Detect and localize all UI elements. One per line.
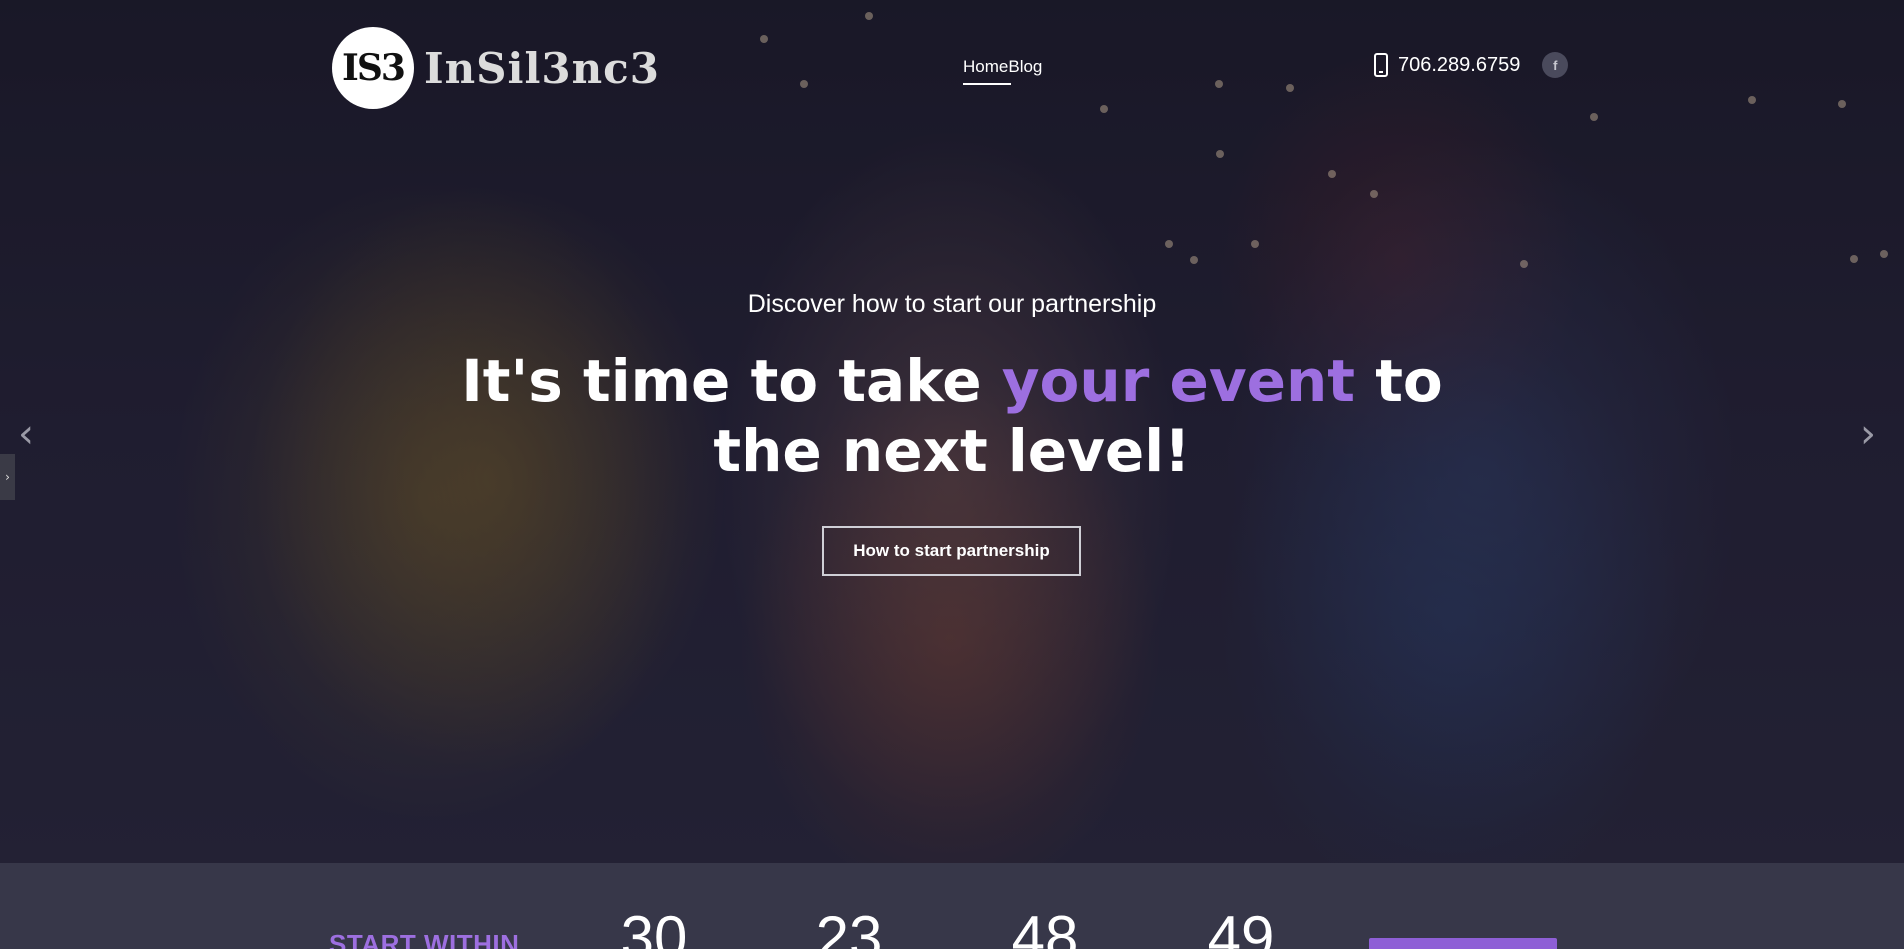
countdown-label: START WITHIN [329, 929, 520, 949]
phone-icon [1374, 53, 1388, 77]
nav-item-home[interactable]: Home [963, 57, 1012, 85]
chevron-right-icon[interactable]: › [1860, 414, 1876, 454]
countdown-hours: 23 [815, 904, 883, 949]
header-contact: 706.289.6759 f [1374, 52, 1569, 78]
countdown-action-button[interactable] [1369, 938, 1557, 949]
phone-number[interactable]: 706.289.6759 [1398, 54, 1520, 77]
logo-text: InSil3nc3 [424, 43, 660, 93]
main-nav: Home Blog [963, 57, 1042, 85]
hero-subtitle: Discover how to start our partnership [747, 290, 1157, 318]
facebook-icon[interactable]: f [1542, 52, 1569, 78]
headline-part-1: It's time to take [461, 347, 1002, 415]
start-partnership-button[interactable]: How to start partnership [822, 526, 1081, 576]
countdown-minutes: 48 [1011, 904, 1079, 949]
countdown-bar: START WITHIN 30 23 48 49 [0, 863, 1904, 949]
site-logo[interactable]: IS3 InSil3nc3 [332, 27, 660, 109]
headline-accent: your event [1001, 347, 1355, 415]
countdown-seconds: 49 [1207, 904, 1275, 949]
nav-item-blog[interactable]: Blog [1008, 57, 1042, 83]
logo-badge: IS3 [332, 27, 414, 109]
hero-headline: It's time to take your event to the next… [402, 346, 1502, 486]
chevron-left-icon[interactable]: ‹ [18, 414, 34, 454]
side-panel-toggle[interactable]: › [0, 454, 15, 500]
countdown-days: 30 [620, 904, 688, 949]
hero-banner: IS3 InSil3nc3 Home Blog 706.289.6759 f D… [0, 0, 1904, 863]
